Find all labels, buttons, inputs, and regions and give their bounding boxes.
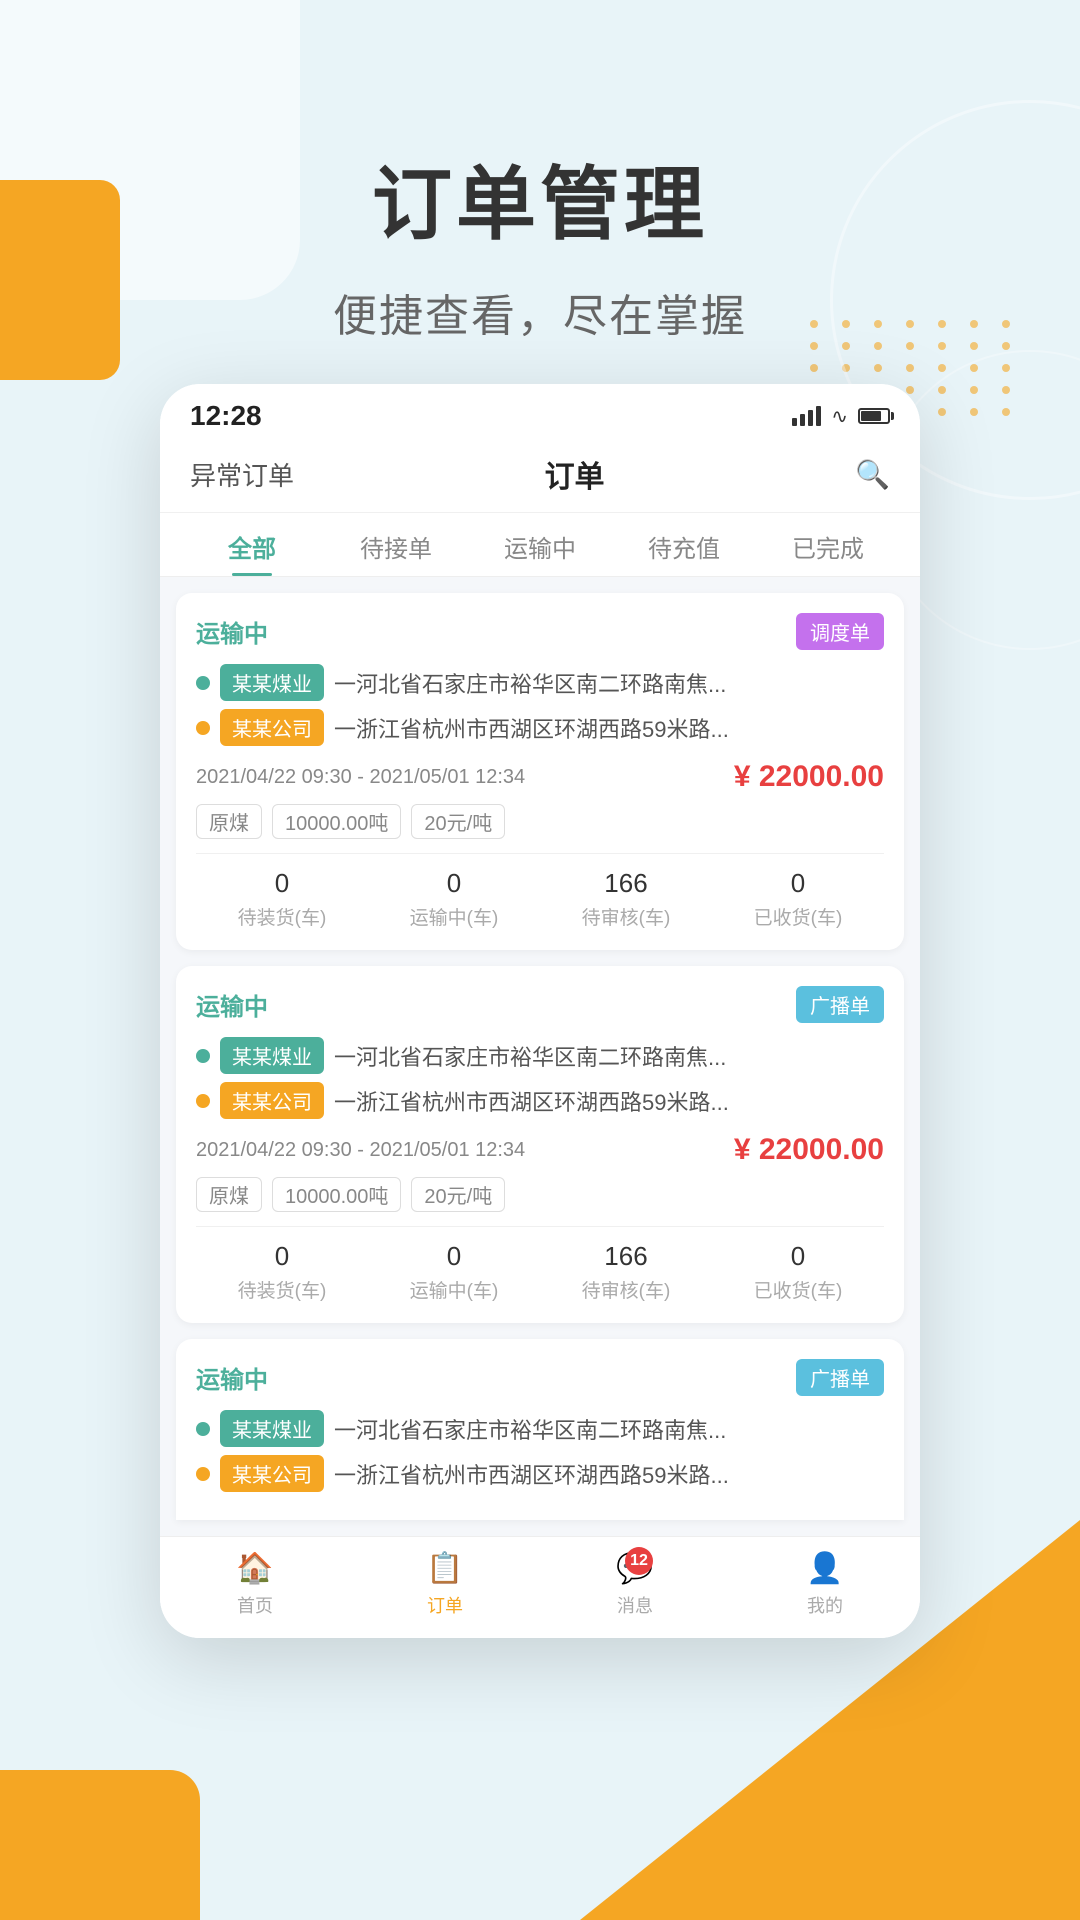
order-tag: 20元/吨	[411, 1177, 505, 1212]
order-tag: 10000.00吨	[272, 1177, 401, 1212]
stat-label: 运输中(车)	[368, 903, 540, 930]
from-dot	[196, 1422, 210, 1436]
stat-item: 0 已收货(车)	[712, 868, 884, 930]
abnormal-orders-link[interactable]: 异常订单	[190, 456, 294, 493]
tab-waiting[interactable]: 待接单	[324, 513, 468, 576]
order-card[interactable]: 运输中 调度单 某某煤业 一河北省石家庄市裕华区南二环路南焦... 某某公司 一…	[176, 593, 904, 950]
from-dot	[196, 676, 210, 690]
wifi-icon: ∿	[831, 404, 848, 429]
bottom-nav-order[interactable]: 📋 订单	[350, 1551, 540, 1618]
stat-label: 已收货(车)	[712, 903, 884, 930]
stat-value: 0	[196, 868, 368, 899]
home-nav-label: 首页	[237, 1592, 273, 1618]
order-tag: 10000.00吨	[272, 804, 401, 839]
tab-all[interactable]: 全部	[180, 513, 324, 576]
stat-value: 0	[368, 868, 540, 899]
stat-item: 0 待装货(车)	[196, 1241, 368, 1303]
stat-item: 0 已收货(车)	[712, 1241, 884, 1303]
profile-nav-label: 我的	[807, 1592, 843, 1618]
from-route: 一河北省石家庄市裕华区南二环路南焦...	[334, 667, 726, 699]
stat-item: 0 运输中(车)	[368, 1241, 540, 1303]
stat-value: 0	[712, 868, 884, 899]
bottom-nav-profile[interactable]: 👤 我的	[730, 1551, 920, 1618]
page-content: 订单管理 便捷查看，尽在掌握 12:28 ∿ 异常订单	[0, 0, 1080, 1638]
to-route: 一浙江省杭州市西湖区环湖西路59米路...	[334, 1458, 729, 1490]
tab-done[interactable]: 已完成	[756, 513, 900, 576]
order-status: 运输中	[196, 987, 268, 1022]
order-price: ¥ 22000.00	[734, 760, 884, 794]
from-company: 某某煤业	[220, 1410, 324, 1447]
order-badge: 广播单	[796, 986, 884, 1023]
date-range: 2021/04/22 09:30 - 2021/05/01 12:34	[196, 766, 525, 789]
home-nav-icon: 🏠	[236, 1551, 273, 1586]
nav-bar: 异常订单 订单 🔍	[160, 442, 920, 513]
order-tag: 原煤	[196, 804, 262, 839]
to-company: 某某公司	[220, 709, 324, 746]
order-list: 运输中 调度单 某某煤业 一河北省石家庄市裕华区南二环路南焦... 某某公司 一…	[160, 577, 920, 1536]
tab-recharge[interactable]: 待充值	[612, 513, 756, 576]
stat-label: 待装货(车)	[196, 1276, 368, 1303]
to-company: 某某公司	[220, 1455, 324, 1492]
bottom-nav-home[interactable]: 🏠 首页	[160, 1551, 350, 1618]
bottom-nav: 🏠 首页 📋 订单 12 💬 消息 👤 我的	[160, 1536, 920, 1638]
order-status: 运输中	[196, 614, 268, 649]
stat-value: 0	[368, 1241, 540, 1272]
stat-value: 0	[712, 1241, 884, 1272]
stat-label: 待审核(车)	[540, 1276, 712, 1303]
message-nav-label: 消息	[617, 1592, 653, 1618]
from-route: 一河北省石家庄市裕华区南二环路南焦...	[334, 1413, 726, 1445]
status-icons: ∿	[792, 404, 890, 429]
stat-value: 166	[540, 1241, 712, 1272]
phone-mockup: 12:28 ∿ 异常订单 订单 🔍 全部待接单运输中待充值已完成	[160, 384, 920, 1638]
order-badge: 调度单	[796, 613, 884, 650]
tab-shipping[interactable]: 运输中	[468, 513, 612, 576]
to-route: 一浙江省杭州市西湖区环湖西路59米路...	[334, 1085, 729, 1117]
stat-item: 166 待审核(车)	[540, 868, 712, 930]
page-title: 订单管理	[0, 140, 1080, 256]
order-tag: 原煤	[196, 1177, 262, 1212]
order-card[interactable]: 运输中 广播单 某某煤业 一河北省石家庄市裕华区南二环路南焦... 某某公司 一…	[176, 966, 904, 1323]
order-status: 运输中	[196, 1360, 268, 1395]
order-card-partial[interactable]: 运输中 广播单 某某煤业 一河北省石家庄市裕华区南二环路南焦... 某某公司 一…	[176, 1339, 904, 1520]
to-route: 一浙江省杭州市西湖区环湖西路59米路...	[334, 712, 729, 744]
tab-bar: 全部待接单运输中待充值已完成	[160, 513, 920, 577]
to-dot	[196, 1467, 210, 1481]
order-nav-label: 订单	[427, 1592, 463, 1618]
message-badge: 12	[625, 1547, 653, 1575]
stat-label: 运输中(车)	[368, 1276, 540, 1303]
order-nav-icon: 📋	[426, 1551, 463, 1586]
order-price: ¥ 22000.00	[734, 1133, 884, 1167]
stat-value: 0	[196, 1241, 368, 1272]
page-subtitle: 便捷查看，尽在掌握	[0, 280, 1080, 344]
nav-title: 订单	[545, 452, 605, 496]
date-range: 2021/04/22 09:30 - 2021/05/01 12:34	[196, 1139, 525, 1162]
from-route: 一河北省石家庄市裕华区南二环路南焦...	[334, 1040, 726, 1072]
from-company: 某某煤业	[220, 1037, 324, 1074]
from-dot	[196, 1049, 210, 1063]
stat-item: 0 运输中(车)	[368, 868, 540, 930]
to-company: 某某公司	[220, 1082, 324, 1119]
stat-item: 0 待装货(车)	[196, 868, 368, 930]
from-company: 某某煤业	[220, 664, 324, 701]
stat-label: 待装货(车)	[196, 903, 368, 930]
signal-icon	[792, 406, 821, 426]
battery-icon	[858, 408, 890, 424]
header-section: 订单管理 便捷查看，尽在掌握	[0, 0, 1080, 384]
status-time: 12:28	[190, 400, 262, 432]
search-icon[interactable]: 🔍	[855, 458, 890, 491]
stat-item: 166 待审核(车)	[540, 1241, 712, 1303]
stat-label: 已收货(车)	[712, 1276, 884, 1303]
bottom-nav-message[interactable]: 12 💬 消息	[540, 1551, 730, 1618]
status-bar: 12:28 ∿	[160, 384, 920, 442]
to-dot	[196, 1094, 210, 1108]
stat-label: 待审核(车)	[540, 903, 712, 930]
stat-value: 166	[540, 868, 712, 899]
to-dot	[196, 721, 210, 735]
order-tag: 20元/吨	[411, 804, 505, 839]
order-badge: 广播单	[796, 1359, 884, 1396]
profile-nav-icon: 👤	[806, 1551, 843, 1586]
